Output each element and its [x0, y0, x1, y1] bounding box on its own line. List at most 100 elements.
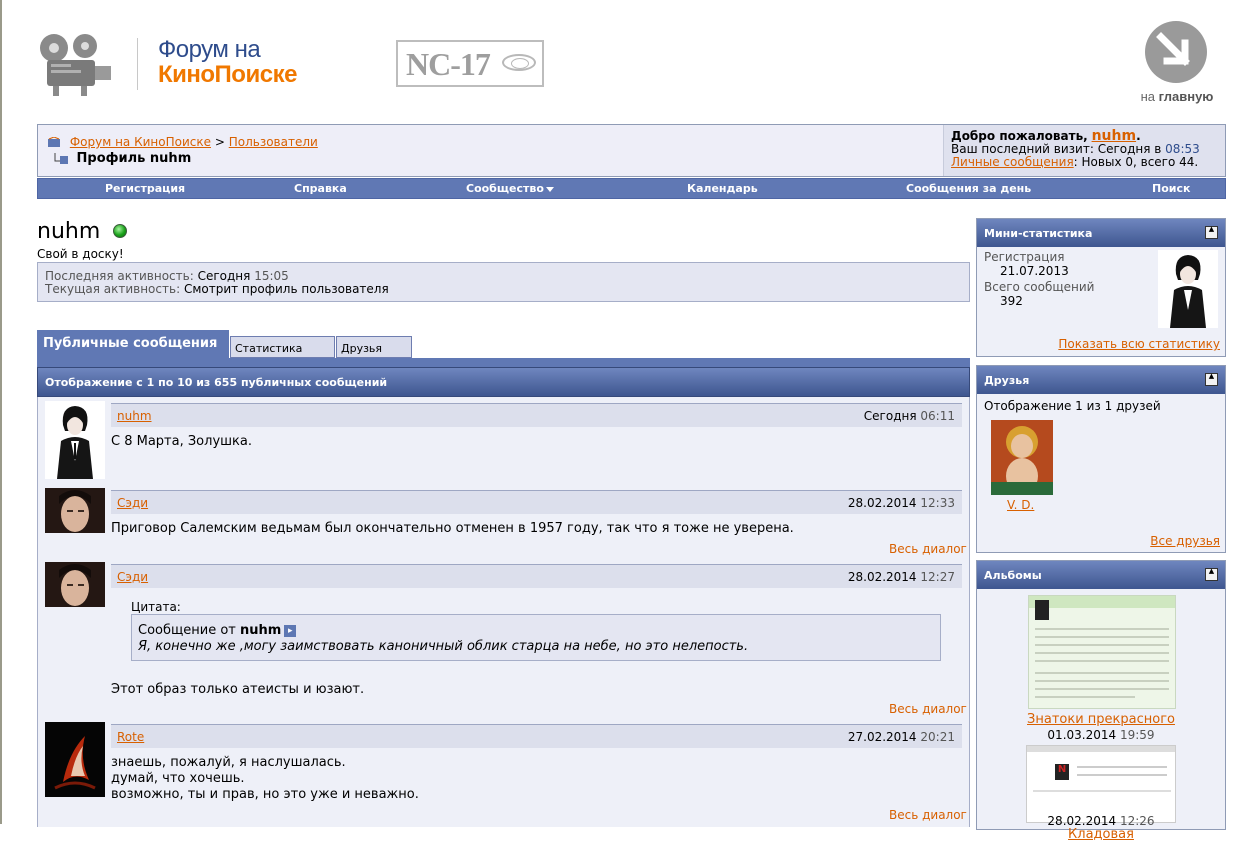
friends-header: Друзья ▲ — [977, 366, 1225, 394]
site-header: Форум на КиноПоиске NC-17 на главную — [37, 21, 1227, 110]
menu-calendar[interactable]: Календарь — [687, 182, 758, 195]
chevron-down-icon — [545, 186, 554, 192]
welcome-greeting: Добро пожаловать, — [951, 129, 1088, 143]
breadcrumb-arrow-icon — [54, 153, 68, 164]
profile-username: nuhm — [37, 219, 101, 244]
breadcrumb: Форум на КиноПоиске > Пользователи Профи… — [38, 125, 943, 176]
message-timestamp: 28.02.2014 12:33 — [848, 496, 955, 510]
logo-line1: Форум на — [158, 36, 261, 63]
avatar[interactable] — [45, 722, 105, 797]
message-author-link[interactable]: Сэди — [117, 570, 148, 584]
home-link[interactable]: на главную — [1137, 89, 1217, 104]
view-post-icon[interactable]: ▸ — [284, 624, 297, 637]
activity-box: Последняя активность: Сегодня 15:05 Теку… — [37, 262, 970, 302]
message-author-link[interactable]: Rote — [117, 730, 144, 744]
home-label-prefix: на — [1140, 89, 1156, 104]
message-timestamp: 28.02.2014 12:27 — [848, 570, 955, 584]
album-date-row: 28.02.2014 12:26 — [976, 814, 1226, 828]
albums-title: Альбомы — [984, 569, 1042, 582]
album-time: 19:59 — [1119, 728, 1155, 742]
tab-friends[interactable]: Друзья — [336, 336, 412, 358]
logo-separator — [137, 38, 138, 90]
private-messages-link[interactable]: Личные сообщения — [951, 155, 1074, 169]
last-visit-day: Сегодня в — [1097, 142, 1162, 156]
message-line: возможно, ты и прав, но это уже и неважн… — [111, 787, 419, 802]
menu-todays-posts[interactable]: Сообщения за день — [906, 182, 1031, 195]
navigation-box: Форум на КиноПоиске > Пользователи Профи… — [37, 124, 1226, 177]
album-name-link[interactable]: Кладовая — [1068, 827, 1134, 842]
menu-register[interactable]: Регистрация — [105, 182, 185, 195]
film-camera-icon[interactable] — [37, 32, 115, 98]
friend-name-link[interactable]: V. D. — [1007, 498, 1034, 512]
message-header: nuhm Сегодня 06:11 — [111, 403, 962, 427]
collapse-icon[interactable]: ▲ — [1205, 373, 1218, 386]
welcome-dot: . — [1136, 129, 1141, 143]
site-logo[interactable]: Форум на КиноПоиске — [158, 38, 297, 87]
avatar[interactable] — [45, 401, 105, 479]
breadcrumb-separator: > — [214, 135, 225, 149]
tab-statistics[interactable]: Статистика — [230, 336, 335, 358]
message-time: 06:11 — [920, 409, 955, 423]
collapse-icon[interactable]: ▲ — [1205, 568, 1218, 581]
menu-community-label: Сообщество — [466, 182, 544, 195]
avatar[interactable] — [45, 562, 105, 607]
online-status-icon — [113, 224, 127, 238]
quote-label: Цитата: — [131, 600, 181, 614]
message-text: Этот образ только атеисты и юзают. — [111, 682, 365, 697]
message-text: знаешь, пожалуй, я наслушалась. думай, ч… — [111, 755, 419, 803]
show-all-stats-link[interactable]: Показать всю статистику — [1058, 337, 1220, 351]
rating-badge-text: NC-17 — [406, 46, 491, 82]
quote-box: Сообщение от nuhm ▸ Я, конечно же ,могу з… — [131, 614, 941, 661]
album-date-row: 01.03.2014 19:59 — [977, 728, 1225, 742]
quote-from-label: Сообщение от — [138, 623, 236, 638]
message-author-link[interactable]: Сэди — [117, 496, 148, 510]
album-date: 01.03.2014 — [1047, 728, 1117, 742]
albums-box: Альбомы ▲ Знатоки прекрасного 01.03.2014 … — [976, 560, 1226, 842]
message-time: 12:33 — [920, 496, 955, 510]
profile-picture — [1158, 250, 1218, 328]
page-left-border — [0, 0, 2, 824]
friends-title: Друзья — [984, 374, 1030, 387]
album-cover[interactable]: N — [1026, 745, 1176, 823]
breadcrumb-forum-link[interactable]: Форум на КиноПоиске — [70, 135, 211, 149]
album-cover[interactable] — [1028, 595, 1176, 709]
tab-underline — [37, 358, 970, 367]
message-time: 12:27 — [920, 570, 955, 584]
tab-public-messages[interactable]: Публичные сообщения — [37, 330, 229, 359]
message-date: Сегодня — [863, 409, 917, 423]
welcome-panel: Добро пожаловать, nuhm. Ваш последний ви… — [943, 125, 1225, 176]
menu-help[interactable]: Справка — [294, 182, 347, 195]
ministats-title: Мини-статистика — [984, 227, 1093, 240]
message-header: Rote 27.02.2014 20:21 — [111, 724, 962, 748]
last-activity-day: Сегодня — [197, 269, 251, 283]
album-time: 12:26 — [1119, 814, 1155, 828]
rating-badge: NC-17 — [396, 40, 544, 87]
message-line: думай, что хочешь. — [111, 771, 245, 786]
message-author-link[interactable]: nuhm — [117, 409, 152, 423]
breadcrumb-users-link[interactable]: Пользователи — [229, 135, 318, 149]
message-date: 28.02.2014 — [847, 496, 917, 510]
message-date: 28.02.2014 — [847, 570, 917, 584]
all-friends-link[interactable]: Все друзья — [1150, 534, 1220, 548]
menu-search[interactable]: Поиск — [1152, 182, 1190, 195]
home-arrow-icon[interactable] — [1145, 21, 1207, 83]
message-text: Приговор Салемским ведьмам был окончател… — [111, 521, 794, 536]
last-activity-time: 15:05 — [254, 269, 289, 283]
collapse-icon[interactable]: ▲ — [1205, 226, 1218, 239]
friends-box: Друзья ▲ Отображение 1 из 1 друзей V. D. … — [976, 365, 1226, 553]
message-timestamp: Сегодня 06:11 — [864, 409, 955, 423]
profile-status: Свой в доску! — [37, 247, 124, 261]
message-line: знаешь, пожалуй, я наслушалась. — [111, 755, 346, 770]
album-title-row: Знатоки прекрасного — [977, 712, 1225, 727]
friends-summary: Отображение 1 из 1 друзей — [984, 399, 1161, 413]
friend-avatar[interactable] — [991, 420, 1053, 495]
message-header: Сэди 28.02.2014 12:27 — [111, 564, 962, 588]
album-date: 28.02.2014 — [1047, 814, 1117, 828]
ministats-box: Мини-статистика ▲ Регистрация 21.07.2013 … — [976, 218, 1226, 357]
avatar[interactable] — [45, 488, 105, 533]
ministats-header: Мини-статистика ▲ — [977, 219, 1225, 247]
menu-community[interactable]: Сообщество — [466, 182, 554, 195]
mpaa-seal-icon — [502, 54, 536, 71]
album-name-link[interactable]: Знатоки прекрасного — [1027, 712, 1175, 727]
main-menu: Регистрация Справка Сообщество Календарь… — [37, 178, 1226, 199]
